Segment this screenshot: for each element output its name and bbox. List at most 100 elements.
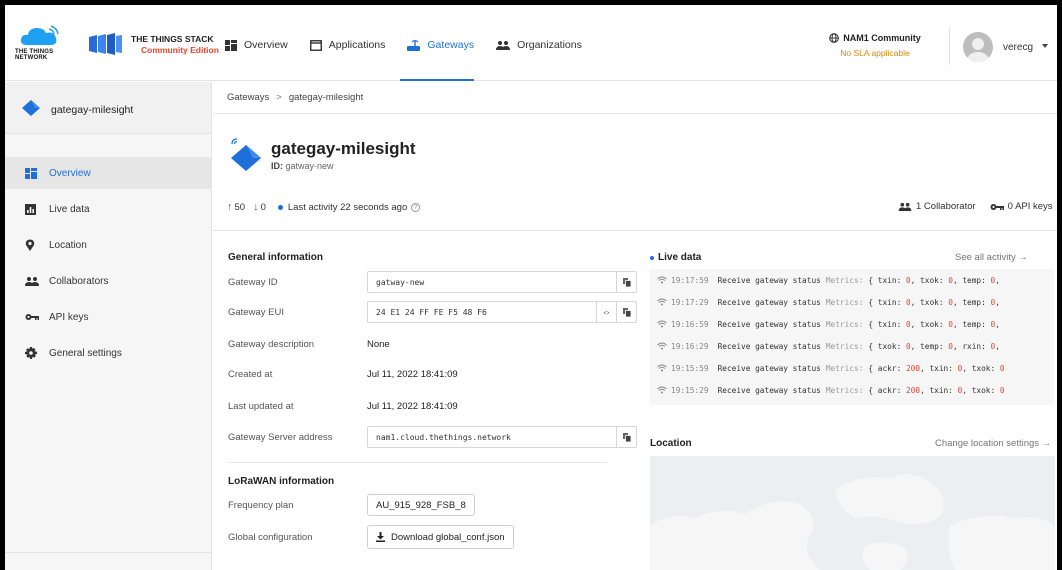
log-message: Receive gateway status <box>717 385 821 395</box>
download-button-label: Download global_conf.json <box>391 531 505 543</box>
gateway-id-value: gatway-new <box>285 161 334 171</box>
sidebar-item-label: Location <box>49 239 87 251</box>
global-config-label: Global configuration <box>228 532 313 543</box>
sidebar-item-label: Live data <box>49 203 90 215</box>
arrow-up-icon: ↑ <box>227 201 233 213</box>
server-address-field-value: nam1.cloud.thethings.network <box>376 432 511 442</box>
see-all-activity-link[interactable]: See all activity → <box>955 252 1028 263</box>
map-pin-icon <box>25 239 35 251</box>
gateway-id-field-value: gatway-new <box>376 277 425 287</box>
sidebar-item-live-data[interactable]: Live data <box>5 193 211 225</box>
breadcrumb: Gateways > gategay-milesight <box>213 82 1057 114</box>
app-frame: THE THINGS NETWORK THE THINGS STACK Comm… <box>5 5 1057 570</box>
wifi-icon <box>657 342 667 350</box>
sidebar-item-location[interactable]: Location <box>5 229 211 261</box>
stack-subtitle: Community Edition <box>141 45 219 55</box>
frequency-plan-label: Frequency plan <box>228 500 294 511</box>
log-message: Receive gateway status <box>717 275 821 285</box>
change-location-link[interactable]: Change location settings → <box>935 438 1051 449</box>
log-metrics-label: Metrics: <box>825 275 864 285</box>
ttn-logo[interactable]: THE THINGS NETWORK <box>15 23 65 65</box>
frequency-plan-value: AU_915_928_FSB_8 <box>367 494 475 516</box>
sidebar-item-collaborators[interactable]: Collaborators <box>5 265 211 297</box>
log-time: 19:16:29 <box>671 341 709 351</box>
wifi-icon <box>657 386 667 394</box>
gateway-eui-field-value: 24 E1 24 FF FE F5 48 F6 <box>376 307 487 317</box>
sidebar-item-label: API keys <box>49 311 89 323</box>
sidebar-item-overview[interactable]: Overview <box>5 157 211 189</box>
nav-applications-label: Applications <box>328 39 386 51</box>
copy-icon[interactable] <box>616 302 636 322</box>
collaborator-summary: 1 Collaborator 0 API keys <box>898 201 1053 212</box>
sla-notice: No SLA applicable <box>840 48 910 58</box>
log-row[interactable]: 19:17:59 Receive gateway status Metrics:… <box>650 269 1054 291</box>
nav-gateways[interactable]: Gateways <box>407 36 474 54</box>
avatar[interactable] <box>963 32 993 62</box>
log-time: 19:15:29 <box>671 385 709 395</box>
username[interactable]: verecg <box>1003 42 1033 53</box>
lorawan-info-title: LoRaWAN information <box>228 476 335 487</box>
tts-logo[interactable]: THE THINGS STACK Community Edition <box>87 31 219 57</box>
live-indicator-dot <box>650 255 654 260</box>
log-fields: { ackr: 200, txin: 0, txok: 0 <box>868 385 1005 395</box>
log-metrics-label: Metrics: <box>825 363 864 373</box>
people-icon <box>25 277 39 286</box>
stack-cubes-icon <box>89 33 122 55</box>
live-data-log[interactable]: 19:17:59 Receive gateway status Metrics:… <box>650 269 1054 405</box>
log-time: 19:15:59 <box>671 363 709 373</box>
log-metrics-label: Metrics: <box>825 341 864 351</box>
log-time: 19:17:59 <box>671 275 709 285</box>
sidebar-item-label: General settings <box>49 347 122 359</box>
people-icon <box>898 202 912 211</box>
cluster-info[interactable]: NAM1 Community No SLA applicable <box>805 33 945 58</box>
arrow-down-icon: ↓ <box>253 201 259 213</box>
nav-gateways-label: Gateways <box>427 39 475 51</box>
download-global-conf-button[interactable]: Download global_conf.json <box>367 525 514 549</box>
wifi-icon <box>657 276 667 284</box>
top-header: THE THINGS NETWORK THE THINGS STACK Comm… <box>5 5 1057 81</box>
log-time: 19:16:59 <box>671 319 709 329</box>
nav-overview[interactable]: Overview <box>225 36 288 54</box>
log-row[interactable]: 19:16:29 Receive gateway status Metrics:… <box>650 335 1054 357</box>
cloud-logo-icon <box>20 25 59 45</box>
log-row[interactable]: 19:17:29 Receive gateway status Metrics:… <box>650 291 1054 313</box>
log-time: 19:17:29 <box>671 297 709 307</box>
sidebar-gateway-header: gategay-milesight <box>5 82 211 134</box>
copy-icon[interactable] <box>616 272 636 292</box>
server-address-field: nam1.cloud.thethings.network <box>367 426 637 448</box>
gear-icon <box>25 347 37 359</box>
location-title: Location <box>650 438 692 449</box>
location-map[interactable] <box>650 456 1055 570</box>
section-divider <box>213 230 1057 231</box>
gateway-device-icon <box>231 138 261 171</box>
log-row[interactable]: 19:16:59 Receive gateway status Metrics:… <box>650 313 1054 335</box>
log-row[interactable]: 19:15:29 Receive gateway status Metrics:… <box>650 379 1054 401</box>
log-fields: { txin: 0, txok: 0, temp: 0, <box>868 275 1000 285</box>
breadcrumb-gateways[interactable]: Gateways <box>227 92 269 103</box>
api-key-count[interactable]: 0 API keys <box>1008 201 1053 212</box>
nav-organizations-label: Organizations <box>517 39 582 51</box>
byte-order-toggle-icon[interactable]: ‹› <box>596 302 616 322</box>
created-at-label: Created at <box>228 369 273 380</box>
log-message: Receive gateway status <box>717 319 821 329</box>
log-fields: { txin: 0, txok: 0, temp: 0, <box>868 319 1000 329</box>
description-value: None <box>367 339 390 350</box>
wifi-icon <box>657 320 667 328</box>
top-nav: Overview Applications Gateways Organizat… <box>225 35 604 55</box>
traffic-stats: ↑ 50 ↓ 0 Last activity 22 seconds ago ? <box>227 201 421 213</box>
collaborator-count[interactable]: 1 Collaborator <box>916 201 976 212</box>
cluster-name: NAM1 Community <box>843 33 921 43</box>
help-icon[interactable]: ? <box>411 202 421 212</box>
copy-icon[interactable] <box>616 427 636 447</box>
nav-organizations[interactable]: Organizations <box>496 36 582 54</box>
chevron-down-icon[interactable] <box>1042 44 1048 48</box>
sidebar-item-api-keys[interactable]: API keys <box>5 301 211 333</box>
updated-at-value: Jul 11, 2022 18:41:09 <box>367 401 458 412</box>
log-row[interactable]: 19:15:59 Receive gateway status Metrics:… <box>650 357 1054 379</box>
gateway-icon <box>407 39 421 51</box>
nav-applications[interactable]: Applications <box>309 36 386 54</box>
log-metrics-label: Metrics: <box>825 297 864 307</box>
gateway-eui-label: Gateway EUI <box>228 307 284 318</box>
sidebar-item-general-settings[interactable]: General settings <box>5 337 211 369</box>
log-message: Receive gateway status <box>717 363 821 373</box>
